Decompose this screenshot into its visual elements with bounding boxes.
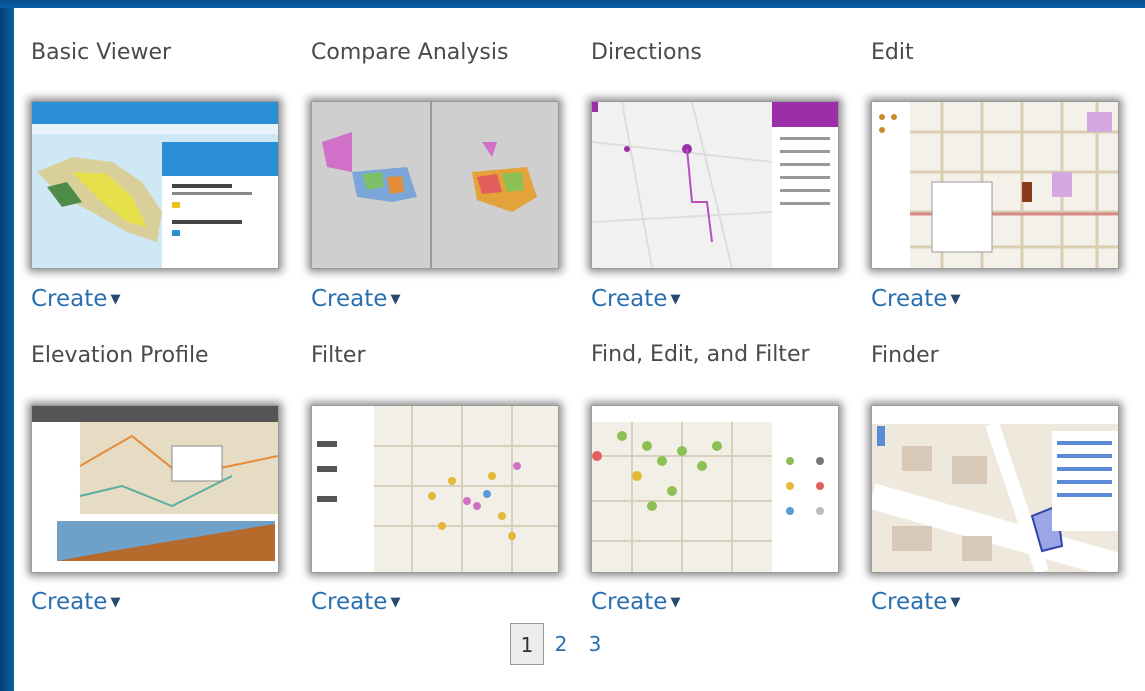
thumbnail-filter[interactable] <box>311 405 559 573</box>
create-label: Create <box>871 286 948 312</box>
caret-down-icon: ▼ <box>950 595 961 610</box>
map-preview-image <box>312 102 558 268</box>
pagination: 1 2 3 <box>510 623 612 665</box>
card-title: Finder <box>871 343 939 368</box>
window-top-border <box>0 0 1145 8</box>
thumbnail-elevation-profile[interactable] <box>31 405 279 573</box>
create-label: Create <box>31 589 108 615</box>
card-title: Edit <box>871 40 914 65</box>
caret-down-icon: ▼ <box>950 292 961 307</box>
create-button[interactable]: Create ▼ <box>591 286 680 312</box>
create-label: Create <box>311 589 388 615</box>
thumbnail-basic-viewer[interactable] <box>31 101 279 269</box>
map-preview-image <box>32 102 278 268</box>
page-1-button[interactable]: 1 <box>510 623 544 665</box>
create-label: Create <box>31 286 108 312</box>
map-preview-image <box>872 406 1118 572</box>
map-preview-image <box>592 406 838 572</box>
page-3-button[interactable]: 3 <box>578 623 612 665</box>
caret-down-icon: ▼ <box>670 595 681 610</box>
card-title: Directions <box>591 40 702 65</box>
map-preview-image <box>592 102 838 268</box>
thumbnail-compare-analysis[interactable] <box>311 101 559 269</box>
thumbnail-finder[interactable] <box>871 405 1119 573</box>
caret-down-icon: ▼ <box>110 595 121 610</box>
card-title: Find, Edit, and Filter <box>591 342 810 367</box>
thumbnail-directions[interactable] <box>591 101 839 269</box>
create-button[interactable]: Create ▼ <box>871 286 960 312</box>
caret-down-icon: ▼ <box>670 292 681 307</box>
caret-down-icon: ▼ <box>390 292 401 307</box>
map-preview-image <box>32 406 278 572</box>
create-button[interactable]: Create ▼ <box>31 286 120 312</box>
caret-down-icon: ▼ <box>110 292 121 307</box>
create-label: Create <box>871 589 948 615</box>
thumbnail-find-edit-filter[interactable] <box>591 405 839 573</box>
create-button[interactable]: Create ▼ <box>311 286 400 312</box>
card-title: Basic Viewer <box>31 40 172 65</box>
thumbnail-edit[interactable] <box>871 101 1119 269</box>
create-button[interactable]: Create ▼ <box>311 589 400 615</box>
create-button[interactable]: Create ▼ <box>871 589 960 615</box>
card-title: Elevation Profile <box>31 343 209 368</box>
map-preview-image <box>312 406 558 572</box>
create-label: Create <box>591 589 668 615</box>
map-preview-image <box>872 102 1118 268</box>
create-button[interactable]: Create ▼ <box>591 589 680 615</box>
caret-down-icon: ▼ <box>390 595 401 610</box>
template-gallery: Basic Viewer Create ▼ Compare Analysis C… <box>14 8 1145 691</box>
card-title: Filter <box>311 343 366 368</box>
page-2-button[interactable]: 2 <box>544 623 578 665</box>
create-label: Create <box>591 286 668 312</box>
create-button[interactable]: Create ▼ <box>31 589 120 615</box>
create-label: Create <box>311 286 388 312</box>
window-left-border <box>0 0 14 691</box>
card-title: Compare Analysis <box>311 40 509 65</box>
